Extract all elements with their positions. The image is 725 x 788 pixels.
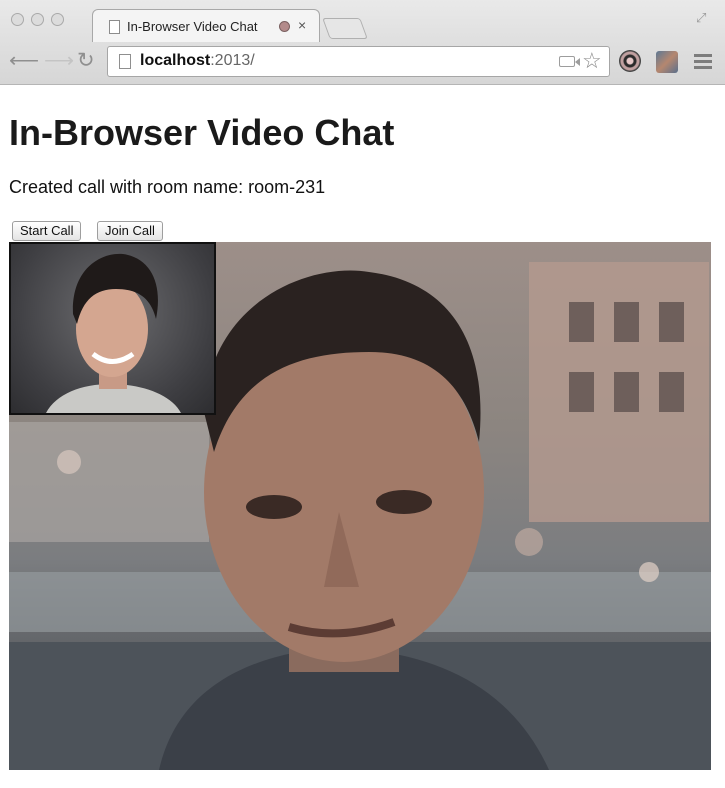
menu-icon[interactable] [694,54,712,72]
extension-icon[interactable] [619,50,641,72]
join-call-button[interactable]: Join Call [97,221,163,241]
reload-icon[interactable]: ↻ [77,49,95,73]
recording-icon [279,21,290,32]
browser-chrome: In-Browser Video Chat × ⤢ ⟵ ⟶ ↻ localhos… [0,0,725,85]
window-close-button[interactable] [11,13,24,26]
new-tab-button[interactable] [322,18,368,39]
back-arrow-icon[interactable]: ⟵ [9,49,39,73]
document-icon [109,20,120,34]
tab-title: In-Browser Video Chat [127,19,258,34]
local-video-frame [46,253,181,413]
call-status: Created call with room name: room-231 [9,177,326,197]
forward-arrow-icon[interactable]: ⟶ [44,49,74,73]
camera-icon[interactable] [559,56,580,67]
local-video [9,242,216,415]
url-text[interactable]: localhost:2013/ [140,52,255,70]
start-call-button[interactable]: Start Call [12,221,82,241]
star-icon[interactable]: ☆ [582,48,602,74]
close-icon[interactable]: × [298,17,306,33]
page-title: In-Browser Video Chat [9,112,395,153]
url-host: localhost [140,52,211,69]
page-icon [119,54,131,69]
url-path: :2013/ [210,52,255,69]
fullscreen-icon[interactable]: ⤢ [696,10,706,26]
browser-tab[interactable]: In-Browser Video Chat × [92,9,320,42]
window-zoom-button[interactable] [51,13,64,26]
window-minimize-button[interactable] [31,13,44,26]
address-bar[interactable]: localhost:2013/ ☆ [107,46,610,77]
extension-icon[interactable] [656,51,678,73]
